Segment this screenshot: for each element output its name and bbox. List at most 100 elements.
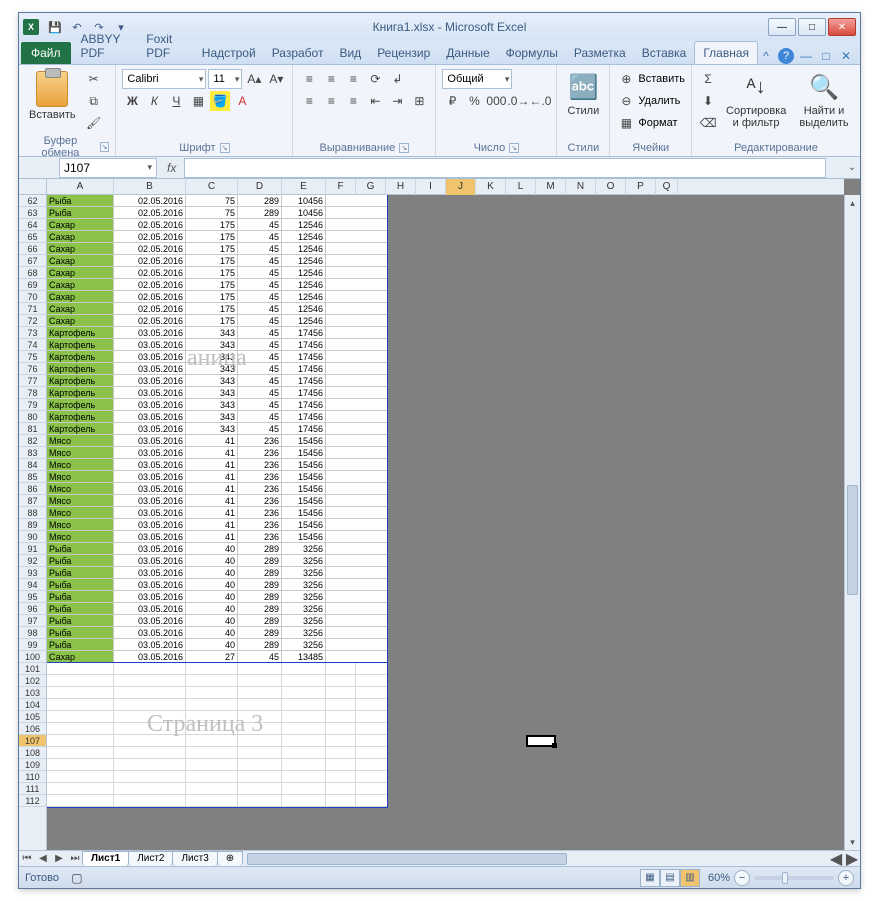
cell[interactable] — [114, 783, 186, 794]
cell[interactable]: 15456 — [282, 495, 326, 506]
col-header-A[interactable]: A — [47, 179, 114, 195]
row-header[interactable]: 80 — [19, 411, 46, 423]
row-header[interactable]: 83 — [19, 447, 46, 459]
cell[interactable]: 02.05.2016 — [114, 207, 186, 218]
cell[interactable]: 13485 — [282, 651, 326, 662]
macro-record-icon[interactable]: ▢ — [67, 868, 87, 888]
table-row[interactable] — [47, 711, 387, 723]
cell[interactable] — [47, 711, 114, 722]
maximize-button[interactable]: □ — [798, 18, 826, 36]
cell[interactable] — [326, 687, 356, 698]
cell[interactable]: 03.05.2016 — [114, 495, 186, 506]
table-row[interactable]: Мясо03.05.20164123615456 — [47, 507, 387, 519]
table-row[interactable]: Сахар02.05.20161754512546 — [47, 279, 387, 291]
minimize-ribbon-icon[interactable]: ^ — [758, 48, 774, 64]
col-header-P[interactable]: P — [626, 179, 656, 195]
col-header-F[interactable]: F — [326, 179, 356, 195]
cell[interactable]: 40 — [186, 543, 238, 554]
table-row[interactable]: Картофель03.05.20163434517456 — [47, 423, 387, 435]
cell[interactable]: 289 — [238, 591, 282, 602]
currency-icon[interactable]: ₽ — [442, 91, 462, 111]
row-header[interactable]: 99 — [19, 639, 46, 651]
font-size-combo[interactable]: 11 — [208, 69, 242, 89]
cell[interactable] — [47, 771, 114, 782]
cell[interactable]: 236 — [238, 435, 282, 446]
cell[interactable]: 17456 — [282, 423, 326, 434]
cell[interactable] — [238, 675, 282, 686]
tab-данные[interactable]: Данные — [438, 42, 497, 64]
cell[interactable]: 289 — [238, 207, 282, 218]
cell[interactable]: 02.05.2016 — [114, 255, 186, 266]
underline-button[interactable]: Ч — [166, 91, 186, 111]
cell[interactable]: 15456 — [282, 531, 326, 542]
hscroll-thumb[interactable] — [247, 853, 566, 865]
cell[interactable]: 175 — [186, 315, 238, 326]
increase-indent-icon[interactable]: ⇥ — [387, 91, 407, 111]
table-row[interactable]: Рыба03.05.2016402893256 — [47, 627, 387, 639]
cell[interactable] — [186, 759, 238, 770]
cell[interactable]: 10456 — [282, 207, 326, 218]
cell[interactable]: 289 — [238, 615, 282, 626]
cell[interactable]: 175 — [186, 291, 238, 302]
cell[interactable] — [186, 735, 238, 746]
cell[interactable]: 289 — [238, 555, 282, 566]
cell[interactable]: 40 — [186, 591, 238, 602]
table-row[interactable]: Сахар03.05.2016274513485 — [47, 651, 387, 663]
paste-button[interactable]: Вставить — [25, 69, 80, 123]
delete-label[interactable]: Удалить — [638, 95, 680, 107]
row-header[interactable]: 81 — [19, 423, 46, 435]
cell[interactable]: 343 — [186, 423, 238, 434]
increase-decimal-icon[interactable]: .0→ — [508, 91, 528, 111]
cell[interactable]: 343 — [186, 351, 238, 362]
cell[interactable]: Картофель — [47, 399, 114, 410]
cell[interactable]: 236 — [238, 459, 282, 470]
row-header[interactable]: 76 — [19, 363, 46, 375]
cell[interactable]: Картофель — [47, 363, 114, 374]
row-header[interactable]: 86 — [19, 483, 46, 495]
merge-icon[interactable]: ⊞ — [409, 91, 429, 111]
col-header-K[interactable]: K — [476, 179, 506, 195]
cell[interactable]: 45 — [238, 219, 282, 230]
table-row[interactable]: Сахар02.05.20161754512546 — [47, 291, 387, 303]
table-row[interactable]: Картофель03.05.20163434517456 — [47, 387, 387, 399]
cell[interactable]: 17456 — [282, 327, 326, 338]
percent-icon[interactable]: % — [464, 91, 484, 111]
cell[interactable]: 45 — [238, 651, 282, 662]
cell[interactable] — [238, 687, 282, 698]
cell[interactable]: 03.05.2016 — [114, 555, 186, 566]
zoom-slider[interactable] — [754, 876, 834, 880]
cell[interactable]: 289 — [238, 579, 282, 590]
cell[interactable]: 03.05.2016 — [114, 579, 186, 590]
table-row[interactable]: Сахар02.05.20161754512546 — [47, 303, 387, 315]
table-row[interactable]: Рыба03.05.2016402893256 — [47, 543, 387, 555]
align-left-icon[interactable]: ≡ — [299, 91, 319, 111]
cell[interactable]: 41 — [186, 519, 238, 530]
cell[interactable] — [326, 771, 356, 782]
cell[interactable] — [326, 747, 356, 758]
cell[interactable]: Рыба — [47, 603, 114, 614]
cell[interactable]: 236 — [238, 531, 282, 542]
table-row[interactable]: Мясо03.05.20164123615456 — [47, 531, 387, 543]
cut-icon[interactable]: ✂ — [84, 69, 104, 89]
copy-icon[interactable]: ⧉ — [84, 91, 104, 111]
cell[interactable]: 12546 — [282, 291, 326, 302]
cell[interactable]: 03.05.2016 — [114, 519, 186, 530]
normal-view-icon[interactable]: ▦ — [640, 869, 660, 887]
cell[interactable]: 343 — [186, 327, 238, 338]
fill-icon[interactable]: ⬇ — [698, 91, 718, 111]
cell[interactable]: Сахар — [47, 651, 114, 662]
cell[interactable] — [186, 663, 238, 674]
cell[interactable]: 45 — [238, 363, 282, 374]
row-header[interactable]: 78 — [19, 387, 46, 399]
cell[interactable]: 3256 — [282, 615, 326, 626]
cell[interactable]: 02.05.2016 — [114, 231, 186, 242]
vscroll-thumb[interactable] — [847, 485, 858, 595]
cell[interactable]: 03.05.2016 — [114, 411, 186, 422]
cell[interactable] — [238, 735, 282, 746]
cell[interactable]: 03.05.2016 — [114, 351, 186, 362]
cell[interactable]: Рыба — [47, 207, 114, 218]
cell[interactable]: 45 — [238, 339, 282, 350]
cell[interactable]: 175 — [186, 219, 238, 230]
cell[interactable]: 45 — [238, 291, 282, 302]
col-header-M[interactable]: M — [536, 179, 566, 195]
